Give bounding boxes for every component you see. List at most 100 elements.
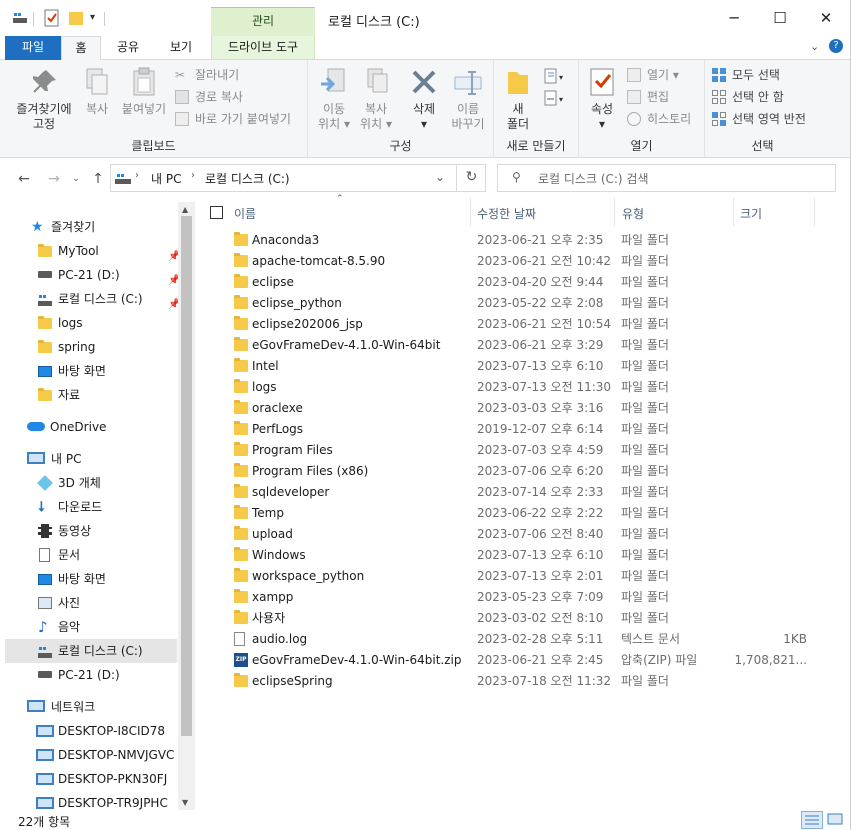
file-row[interactable]: oraclexe 2023-03-03 오후 3:16 파일 폴더	[226, 398, 816, 419]
file-row[interactable]: eclipse202006_jsp 2023-06-21 오전 10:54 파일 폴…	[226, 314, 816, 335]
sidebar-item-mytool[interactable]: MyTool 📌	[5, 239, 180, 263]
tab-view[interactable]: 보기	[153, 36, 209, 60]
address-dropdown-icon[interactable]: ⌄	[435, 170, 445, 184]
file-row[interactable]: PerfLogs 2019-12-07 오후 6:14 파일 폴더	[226, 419, 816, 440]
copy-button[interactable]: 복사	[80, 66, 114, 117]
new-folder-button[interactable]: 새 폴더	[500, 66, 536, 132]
file-row[interactable]: Intel 2023-07-13 오후 6:10 파일 폴더	[226, 356, 816, 377]
sidebar-item-자료[interactable]: 자료	[5, 383, 177, 407]
open-button[interactable]: 열기 ▾	[627, 65, 679, 85]
forward-arrow-icon[interactable]: →	[44, 170, 64, 188]
maximize-button[interactable]: ☐	[757, 0, 803, 36]
tab-home[interactable]: 홈	[61, 36, 101, 61]
column-divider[interactable]	[814, 198, 815, 226]
sidebar-item-network-computer[interactable]: DESKTOP-I8CID78	[5, 719, 177, 743]
copy-to-button[interactable]: 복사 위치 ▾	[356, 66, 396, 132]
file-row[interactable]: workspace_python 2023-07-13 오후 2:01 파일 폴더	[226, 566, 816, 587]
sidebar-item-사진[interactable]: 사진	[5, 591, 177, 615]
file-row[interactable]: Program Files 2023-07-03 오후 4:59 파일 폴더	[226, 440, 816, 461]
file-row[interactable]: eGovFrameDev-4.1.0-Win-64bit 2023-06-21 오…	[226, 335, 816, 356]
sidebar-item-문서[interactable]: 문서	[5, 543, 177, 567]
sidebar-item-3d-개체[interactable]: 3D 개체	[5, 471, 177, 495]
tab-share[interactable]: 공유	[104, 36, 152, 60]
sidebar-item-network-computer[interactable]: DESKTOP-NMVJGVC	[5, 743, 177, 767]
file-row[interactable]: eclipseSpring 2023-07-18 오전 11:32 파일 폴더	[226, 671, 816, 692]
column-divider[interactable]	[614, 198, 615, 226]
back-arrow-icon[interactable]: ←	[14, 170, 34, 188]
paste-shortcut-button[interactable]: 바로 가기 붙여넣기	[175, 109, 291, 129]
scroll-down-icon[interactable]: ▼	[182, 798, 188, 807]
sidebar-scroll-thumb[interactable]	[181, 216, 192, 736]
file-row[interactable]: 사용자 2023-03-02 오전 8:10 파일 폴더	[226, 608, 816, 629]
file-row[interactable]: sqldeveloper 2023-07-14 오후 2:33 파일 폴더	[226, 482, 816, 503]
column-divider[interactable]	[733, 198, 734, 226]
file-row[interactable]: audio.log 2023-02-28 오후 5:11 텍스트 문서 1KB	[226, 629, 816, 650]
new-folder-icon[interactable]	[68, 9, 84, 27]
sidebar-network[interactable]: 네트워크	[5, 695, 177, 719]
ribbon-collapse-icon[interactable]: ⌄	[810, 40, 819, 53]
recent-locations-icon[interactable]: ⌄	[66, 170, 86, 188]
copy-path-button[interactable]: 경로 복사	[175, 87, 243, 107]
file-row[interactable]: apache-tomcat-8.5.90 2023-06-21 오전 10:42 파…	[226, 251, 816, 272]
properties-icon[interactable]	[44, 9, 60, 27]
delete-button[interactable]: 삭제 ▾	[404, 66, 444, 132]
file-row[interactable]: xampp 2023-05-23 오후 7:09 파일 폴더	[226, 587, 816, 608]
file-row[interactable]: Anaconda3 2023-06-21 오후 2:35 파일 폴더	[226, 230, 816, 251]
select-none-button[interactable]: 선택 안 함	[712, 87, 784, 107]
tab-drive-tools[interactable]: 드라이브 도구	[211, 36, 315, 60]
column-header-modified[interactable]: 수정한 날짜	[477, 204, 536, 224]
file-row[interactable]: eclipse 2023-04-20 오전 9:44 파일 폴더	[226, 272, 816, 293]
sidebar-item-바탕-화면[interactable]: 바탕 화면	[5, 567, 177, 591]
easy-access-icon[interactable]: ▾	[544, 90, 568, 108]
breadcrumb-local-disk[interactable]: 로컬 디스크 (C:)	[205, 170, 290, 187]
sidebar-this-pc[interactable]: 내 PC	[5, 447, 177, 471]
file-row[interactable]: ZIP eGovFrameDev-4.1.0-Win-64bit.zip 2023-…	[226, 650, 816, 671]
file-row[interactable]: logs 2023-07-13 오전 11:30 파일 폴더	[226, 377, 816, 398]
rename-button[interactable]: 이름 바꾸기	[446, 66, 490, 132]
select-all-button[interactable]: 모두 선택	[712, 65, 780, 85]
column-header-name[interactable]: 이름	[234, 204, 256, 224]
sidebar-item-동영상[interactable]: 동영상	[5, 519, 177, 543]
paste-button[interactable]: 붙여넣기	[118, 66, 170, 117]
file-row[interactable]: upload 2023-07-06 오전 8:40 파일 폴더	[226, 524, 816, 545]
edit-button[interactable]: 편집	[627, 87, 669, 107]
sidebar-item-로컬-디스크-c-[interactable]: 로컬 디스크 (C:) 📌	[5, 287, 180, 311]
column-header-type[interactable]: 유형	[622, 204, 644, 224]
pin-quick-access-button[interactable]: 즐겨찾기에 고정	[6, 66, 82, 132]
select-all-checkbox[interactable]	[210, 206, 223, 219]
column-header-size[interactable]: 크기	[740, 204, 762, 224]
sidebar-item-로컬-디스크-c-[interactable]: 로컬 디스크 (C:)	[5, 639, 177, 663]
file-row[interactable]: Program Files (x86) 2023-07-06 오후 6:20 파일 …	[226, 461, 816, 482]
search-box[interactable]: ⚲ 로컬 디스크 (C:) 검색	[497, 164, 836, 192]
scroll-up-icon[interactable]: ▲	[182, 205, 188, 214]
sidebar-item-바탕-화면[interactable]: 바탕 화면	[5, 359, 177, 383]
sidebar-quick-access[interactable]: ★ 즐겨찾기	[5, 215, 177, 239]
address-bar[interactable]: › 내 PC › 로컬 디스크 (C:) ⌄	[110, 164, 486, 192]
file-row[interactable]: Windows 2023-07-13 오후 6:10 파일 폴더	[226, 545, 816, 566]
sidebar-item-spring[interactable]: spring	[5, 335, 177, 359]
breadcrumb-this-pc[interactable]: 내 PC	[151, 170, 181, 187]
close-button[interactable]: ✕	[803, 0, 849, 36]
help-icon[interactable]: ?	[829, 39, 843, 53]
sidebar-onedrive[interactable]: OneDrive	[5, 415, 177, 439]
sidebar-item-pc-21-d-[interactable]: PC-21 (D:)	[5, 663, 177, 687]
invert-selection-button[interactable]: 선택 영역 반전	[712, 109, 806, 129]
minimize-button[interactable]: ─	[711, 0, 757, 36]
cut-button[interactable]: ✂ 잘라내기	[175, 65, 239, 85]
up-arrow-icon[interactable]: ↑	[88, 170, 108, 188]
file-row[interactable]: eclipse_python 2023-05-22 오후 2:08 파일 폴더	[226, 293, 816, 314]
history-button[interactable]: 히스토리	[627, 109, 691, 129]
quick-access-dropdown-icon[interactable]: ▾	[90, 9, 95, 27]
sidebar-item-음악[interactable]: ♪ 음악	[5, 615, 177, 639]
tab-file[interactable]: 파일	[5, 36, 61, 60]
sidebar-item-logs[interactable]: logs	[5, 311, 177, 335]
large-icons-view-icon[interactable]	[825, 811, 845, 829]
sidebar-item-pc-21-d-[interactable]: PC-21 (D:) 📌	[5, 263, 180, 287]
new-item-icon[interactable]: ▾	[544, 68, 568, 86]
file-row[interactable]: Temp 2023-06-22 오후 2:22 파일 폴더	[226, 503, 816, 524]
sidebar-item-network-computer[interactable]: DESKTOP-PKN30FJ	[5, 767, 177, 791]
details-view-icon[interactable]	[801, 811, 823, 829]
move-to-button[interactable]: 이동 위치 ▾	[314, 66, 354, 132]
properties-button[interactable]: 속성 ▾	[585, 66, 619, 132]
column-divider[interactable]	[470, 198, 471, 226]
